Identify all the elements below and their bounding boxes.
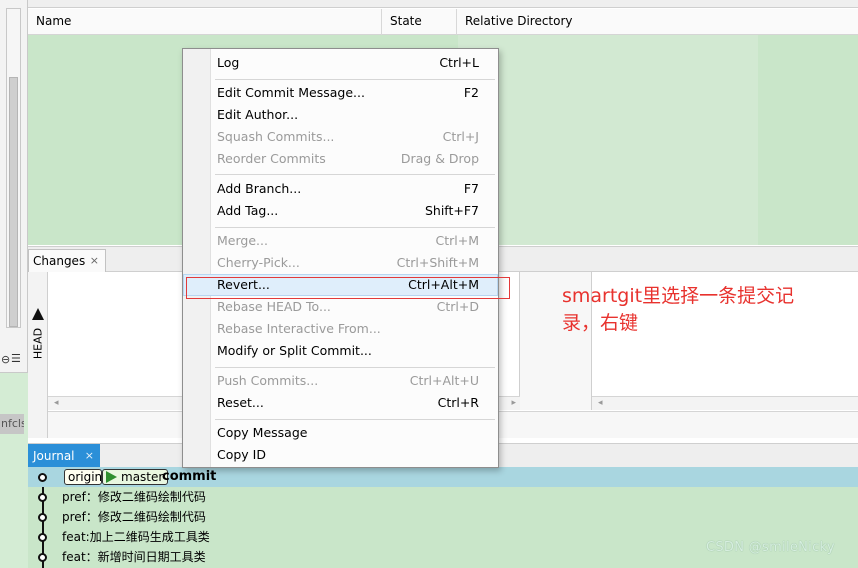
menu-item-shortcut: Drag & Drop bbox=[400, 151, 479, 166]
annotation-line-1: smartgit里选择一条提交记 bbox=[562, 285, 795, 307]
files-directory-column bbox=[458, 35, 758, 245]
menu-item-squash-commits[interactable]: Squash Commits... Ctrl+J bbox=[183, 126, 498, 148]
menu-item-label: Squash Commits... bbox=[217, 129, 335, 144]
menu-separator bbox=[215, 227, 495, 228]
commit-message: feat：新增时间日期工具类 bbox=[62, 550, 206, 564]
menu-item-label: Edit Commit Message... bbox=[217, 85, 365, 100]
menu-item-rebase-interactive[interactable]: Rebase Interactive From... bbox=[183, 318, 498, 340]
triangle-up-icon[interactable] bbox=[32, 308, 44, 320]
annotation-text: smartgit里选择一条提交记 录，右键 bbox=[562, 283, 842, 337]
menu-icon[interactable]: ☰ bbox=[11, 352, 21, 365]
menu-item-shortcut: Ctrl+J bbox=[442, 129, 479, 144]
close-icon[interactable]: × bbox=[85, 444, 94, 468]
menu-item-log[interactable]: Log Ctrl+L bbox=[183, 52, 498, 74]
menu-item-shortcut: F2 bbox=[463, 85, 479, 100]
menu-item-shortcut: Ctrl+M bbox=[435, 233, 480, 248]
menu-item-shortcut: Ctrl+Shift+M bbox=[396, 255, 479, 270]
menu-item-shortcut: Shift+F7 bbox=[424, 203, 479, 218]
head-label-wrap: HEAD bbox=[30, 324, 46, 364]
branch-ref-master-label: master bbox=[121, 470, 164, 484]
annotation-highlight-box bbox=[186, 277, 510, 299]
journal-row[interactable]: pref：修改二维码绘制代码 bbox=[28, 487, 858, 507]
menu-item-push-commits[interactable]: Push Commits... Ctrl+Alt+U bbox=[183, 370, 498, 392]
scrollbar-thumb[interactable] bbox=[9, 77, 18, 327]
commit-message: commit bbox=[162, 469, 217, 484]
tab-journal-label: Journal bbox=[33, 449, 75, 463]
commit-node-icon bbox=[38, 513, 47, 522]
vertical-scrollbar[interactable] bbox=[6, 8, 21, 328]
menu-item-copy-id[interactable]: Copy ID bbox=[183, 444, 498, 466]
branch-ref-master[interactable]: master bbox=[102, 469, 169, 485]
menu-item-edit-author[interactable]: Edit Author... bbox=[183, 104, 498, 126]
menu-item-label: Cherry-Pick... bbox=[217, 255, 300, 270]
tab-changes-label: Changes bbox=[33, 254, 86, 268]
menu-item-shortcut: Ctrl+R bbox=[437, 395, 479, 410]
scroll-right-icon[interactable]: ▸ bbox=[511, 397, 516, 410]
menu-item-cherry-pick[interactable]: Cherry-Pick... Ctrl+Shift+M bbox=[183, 252, 498, 274]
close-icon[interactable]: × bbox=[90, 250, 99, 272]
scroll-left-icon[interactable]: ◂ bbox=[54, 397, 59, 410]
menu-item-label: Log bbox=[217, 55, 240, 70]
scroll-left-icon[interactable]: ◂ bbox=[598, 397, 603, 410]
commit-node-icon bbox=[38, 473, 47, 482]
menu-item-merge[interactable]: Merge... Ctrl+M bbox=[183, 230, 498, 252]
left-lower-panel bbox=[0, 372, 28, 568]
column-header-state[interactable]: State bbox=[382, 9, 457, 35]
menu-item-label: Merge... bbox=[217, 233, 268, 248]
menu-item-rebase-head-to[interactable]: Rebase HEAD To... Ctrl+D bbox=[183, 296, 498, 318]
menu-item-label: Rebase Interactive From... bbox=[217, 321, 381, 336]
head-label: HEAD bbox=[31, 327, 45, 360]
commit-node-icon bbox=[38, 493, 47, 502]
truncated-label: nfcls bbox=[0, 414, 24, 434]
menu-item-label: Push Commits... bbox=[217, 373, 319, 388]
menu-item-shortcut: Ctrl+L bbox=[439, 55, 479, 70]
menu-separator bbox=[215, 367, 495, 368]
menu-separator bbox=[215, 79, 495, 80]
left-sidebar-strip: ⊖ ☰ nfcls bbox=[0, 0, 28, 568]
horizontal-scrollbar-right[interactable]: ◂ bbox=[592, 396, 858, 410]
commit-node-icon bbox=[38, 553, 47, 562]
play-arrow-icon bbox=[106, 471, 117, 483]
commit-node-icon bbox=[38, 533, 47, 542]
menu-item-label: Copy Message bbox=[217, 425, 308, 440]
menu-separator bbox=[215, 174, 495, 175]
menu-item-shortcut: Ctrl+D bbox=[436, 299, 479, 314]
menu-item-label: Copy ID bbox=[217, 447, 266, 462]
menu-item-add-tag[interactable]: Add Tag... Shift+F7 bbox=[183, 200, 498, 222]
menu-item-reorder-commits[interactable]: Reorder Commits Drag & Drop bbox=[183, 148, 498, 170]
menu-item-label: Add Branch... bbox=[217, 181, 302, 196]
journal-row[interactable]: pref：修改二维码绘制代码 bbox=[28, 507, 858, 527]
menu-item-label: Reorder Commits bbox=[217, 151, 326, 166]
hide-icon[interactable]: ⊖ bbox=[1, 353, 10, 366]
commit-context-menu: Log Ctrl+L Edit Commit Message... F2 Edi… bbox=[182, 48, 499, 468]
tab-journal[interactable]: Journal × bbox=[28, 444, 100, 468]
menu-item-shortcut: Ctrl+Alt+U bbox=[409, 373, 479, 388]
menu-item-reset[interactable]: Reset... Ctrl+R bbox=[183, 392, 498, 414]
branch-ref-origin[interactable]: origin bbox=[64, 469, 102, 485]
tab-changes[interactable]: Changes × bbox=[28, 249, 106, 272]
menu-separator bbox=[215, 419, 495, 420]
menu-item-label: Edit Author... bbox=[217, 107, 299, 122]
commit-message: feat:加上二维码生成工具类 bbox=[62, 530, 210, 544]
files-table-header: Name State Relative Directory bbox=[28, 9, 858, 35]
files-tab-bar bbox=[28, 0, 858, 8]
column-header-relative-directory[interactable]: Relative Directory bbox=[457, 9, 858, 35]
commit-message: pref：修改二维码绘制代码 bbox=[62, 490, 206, 504]
menu-item-label: Modify or Split Commit... bbox=[217, 343, 372, 358]
commit-message: pref：修改二维码绘制代码 bbox=[62, 510, 206, 524]
journal-row[interactable]: origin master commit bbox=[28, 467, 858, 487]
menu-item-shortcut: F7 bbox=[463, 181, 479, 196]
menu-item-label: Reset... bbox=[217, 395, 264, 410]
menu-item-add-branch[interactable]: Add Branch... F7 bbox=[183, 178, 498, 200]
annotation-line-2: 录，右键 bbox=[562, 312, 639, 334]
left-panel-icons: ⊖ ☰ bbox=[0, 352, 28, 370]
column-header-name[interactable]: Name bbox=[28, 9, 382, 35]
head-side-bar: HEAD bbox=[28, 272, 48, 438]
menu-item-modify-split-commit[interactable]: Modify or Split Commit... bbox=[183, 340, 498, 362]
menu-item-edit-commit-message[interactable]: Edit Commit Message... F2 bbox=[183, 82, 498, 104]
watermark: CSDN @smileNicky bbox=[706, 540, 835, 555]
menu-item-label: Add Tag... bbox=[217, 203, 279, 218]
menu-item-copy-message[interactable]: Copy Message bbox=[183, 422, 498, 444]
menu-item-label: Rebase HEAD To... bbox=[217, 299, 331, 314]
